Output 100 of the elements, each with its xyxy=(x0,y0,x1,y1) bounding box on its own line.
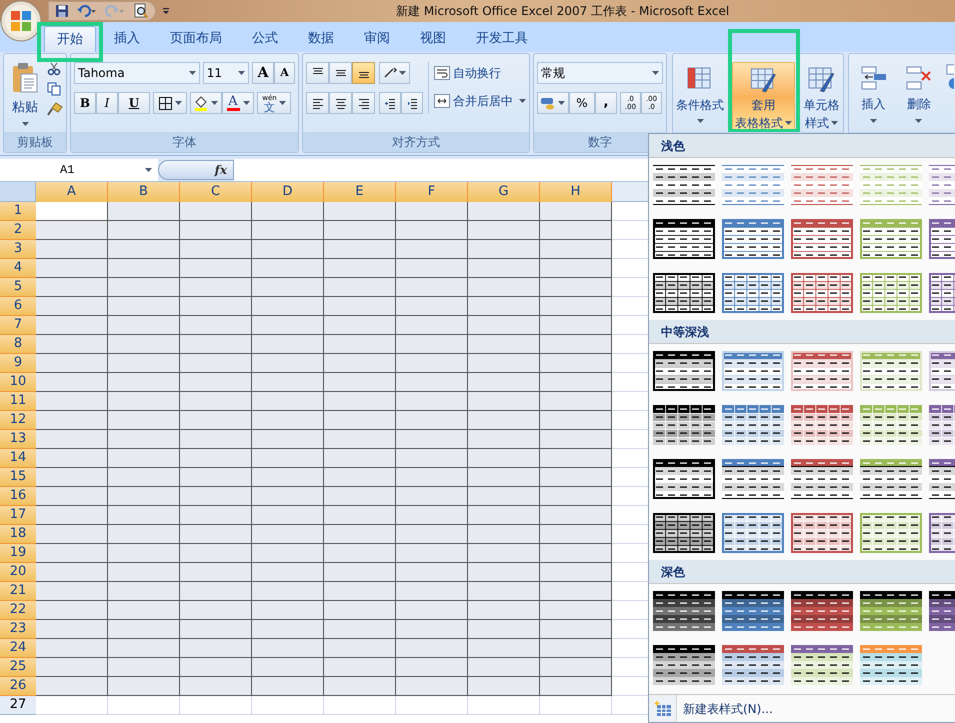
ribbon-tab[interactable]: 开发工具 xyxy=(464,26,540,52)
sheet-cell[interactable] xyxy=(396,316,468,335)
table-style-swatch[interactable] xyxy=(653,165,715,205)
sheet-cell[interactable] xyxy=(396,297,468,316)
sheet-cell[interactable] xyxy=(252,392,324,411)
sheet-cell[interactable] xyxy=(540,297,612,316)
column-header[interactable]: H xyxy=(540,182,612,202)
customize-toolbar-icon[interactable] xyxy=(162,7,170,15)
ribbon-tab[interactable]: 公式 xyxy=(240,26,290,52)
format-cells-icon[interactable] xyxy=(944,62,954,92)
sheet-cell[interactable] xyxy=(396,259,468,278)
font-size-field[interactable]: 11 xyxy=(202,62,249,84)
sheet-cell[interactable] xyxy=(36,316,108,335)
sheet-cell[interactable] xyxy=(252,563,324,582)
copy-icon[interactable] xyxy=(47,82,61,96)
column-header[interactable]: B xyxy=(108,182,180,202)
table-style-swatch[interactable] xyxy=(791,219,853,259)
comma-button[interactable]: , xyxy=(595,92,617,114)
sheet-cell[interactable] xyxy=(468,316,540,335)
align-left-button[interactable] xyxy=(306,92,329,114)
print-preview-icon[interactable] xyxy=(133,3,149,19)
sheet-cell[interactable] xyxy=(252,411,324,430)
percent-button[interactable]: % xyxy=(569,92,595,114)
sheet-cell[interactable] xyxy=(36,259,108,278)
sheet-cell[interactable] xyxy=(180,563,252,582)
sheet-cell[interactable] xyxy=(36,487,108,506)
sheet-cell[interactable] xyxy=(252,658,324,677)
table-style-swatch[interactable] xyxy=(722,165,784,205)
align-right-button[interactable] xyxy=(352,92,375,114)
vertical-align-button[interactable] xyxy=(329,62,352,84)
sheet-cell[interactable] xyxy=(36,677,108,696)
sheet-cell[interactable] xyxy=(540,506,612,525)
table-style-swatch[interactable] xyxy=(653,591,715,631)
sheet-cell[interactable] xyxy=(108,221,180,240)
sheet-cell[interactable] xyxy=(108,411,180,430)
sheet-cell[interactable] xyxy=(468,658,540,677)
sheet-cell[interactable] xyxy=(468,639,540,658)
sheet-cell[interactable] xyxy=(540,221,612,240)
wrap-text-button[interactable]: 自动换行 xyxy=(434,64,526,82)
sheet-cell[interactable] xyxy=(396,278,468,297)
table-style-swatch[interactable] xyxy=(860,459,922,499)
sheet-cell[interactable] xyxy=(180,487,252,506)
sheet-cell[interactable] xyxy=(108,639,180,658)
row-header[interactable]: 10 xyxy=(0,373,36,392)
sheet-cell[interactable] xyxy=(324,392,396,411)
table-style-swatch[interactable] xyxy=(860,645,922,685)
sheet-cell[interactable] xyxy=(108,563,180,582)
sheet-cell[interactable] xyxy=(540,392,612,411)
sheet-cell[interactable] xyxy=(108,487,180,506)
sheet-cell[interactable] xyxy=(468,620,540,639)
sheet-cell[interactable] xyxy=(540,335,612,354)
sheet-cell[interactable] xyxy=(396,658,468,677)
sheet-cell[interactable] xyxy=(540,278,612,297)
ribbon-tab[interactable]: 数据 xyxy=(296,26,346,52)
sheet-cell[interactable] xyxy=(180,525,252,544)
sheet-cell[interactable] xyxy=(252,582,324,601)
sheet-cell[interactable] xyxy=(396,639,468,658)
sheet-cell[interactable] xyxy=(468,506,540,525)
sheet-cell[interactable] xyxy=(108,658,180,677)
sheet-cell[interactable] xyxy=(396,620,468,639)
row-header[interactable]: 13 xyxy=(0,430,36,449)
row-header[interactable]: 3 xyxy=(0,240,36,259)
sheet-cell[interactable] xyxy=(540,601,612,620)
sheet-cell[interactable] xyxy=(180,240,252,259)
sheet-cell[interactable] xyxy=(180,259,252,278)
table-style-swatch[interactable] xyxy=(653,459,715,499)
ribbon-tab[interactable]: 插入 xyxy=(102,26,152,52)
sheet-cell[interactable] xyxy=(180,392,252,411)
sheet-cell[interactable] xyxy=(468,278,540,297)
sheet-cell[interactable] xyxy=(180,582,252,601)
fill-color-button[interactable] xyxy=(190,92,222,114)
delete-button[interactable]: 删除 xyxy=(899,62,939,132)
sheet-cell[interactable] xyxy=(396,677,468,696)
sheet-cell[interactable] xyxy=(108,354,180,373)
sheet-cell[interactable] xyxy=(540,525,612,544)
sheet-cell[interactable] xyxy=(36,221,108,240)
orientation-button[interactable] xyxy=(379,62,410,84)
sheet-cell[interactable] xyxy=(540,354,612,373)
sheet-cell[interactable] xyxy=(396,487,468,506)
sheet-cell[interactable] xyxy=(396,335,468,354)
sheet-cell[interactable] xyxy=(396,563,468,582)
sheet-cell[interactable] xyxy=(468,335,540,354)
column-header[interactable]: A xyxy=(36,182,108,202)
sheet-cell[interactable] xyxy=(468,563,540,582)
sheet-cell[interactable] xyxy=(108,677,180,696)
table-style-swatch[interactable] xyxy=(791,513,853,553)
sheet-cell[interactable] xyxy=(324,240,396,259)
sheet-cell[interactable] xyxy=(36,506,108,525)
row-header[interactable]: 26 xyxy=(0,677,36,696)
sheet-cell[interactable] xyxy=(252,487,324,506)
sheet-cell[interactable] xyxy=(324,202,396,221)
sheet-cell[interactable] xyxy=(396,202,468,221)
sheet-cell[interactable] xyxy=(324,430,396,449)
row-header[interactable]: 18 xyxy=(0,525,36,544)
sheet-cell[interactable] xyxy=(396,392,468,411)
sheet-cell[interactable] xyxy=(540,677,612,696)
sheet-cell[interactable] xyxy=(108,601,180,620)
sheet-cell[interactable] xyxy=(36,411,108,430)
sheet-cell[interactable] xyxy=(396,582,468,601)
row-header[interactable]: 12 xyxy=(0,411,36,430)
